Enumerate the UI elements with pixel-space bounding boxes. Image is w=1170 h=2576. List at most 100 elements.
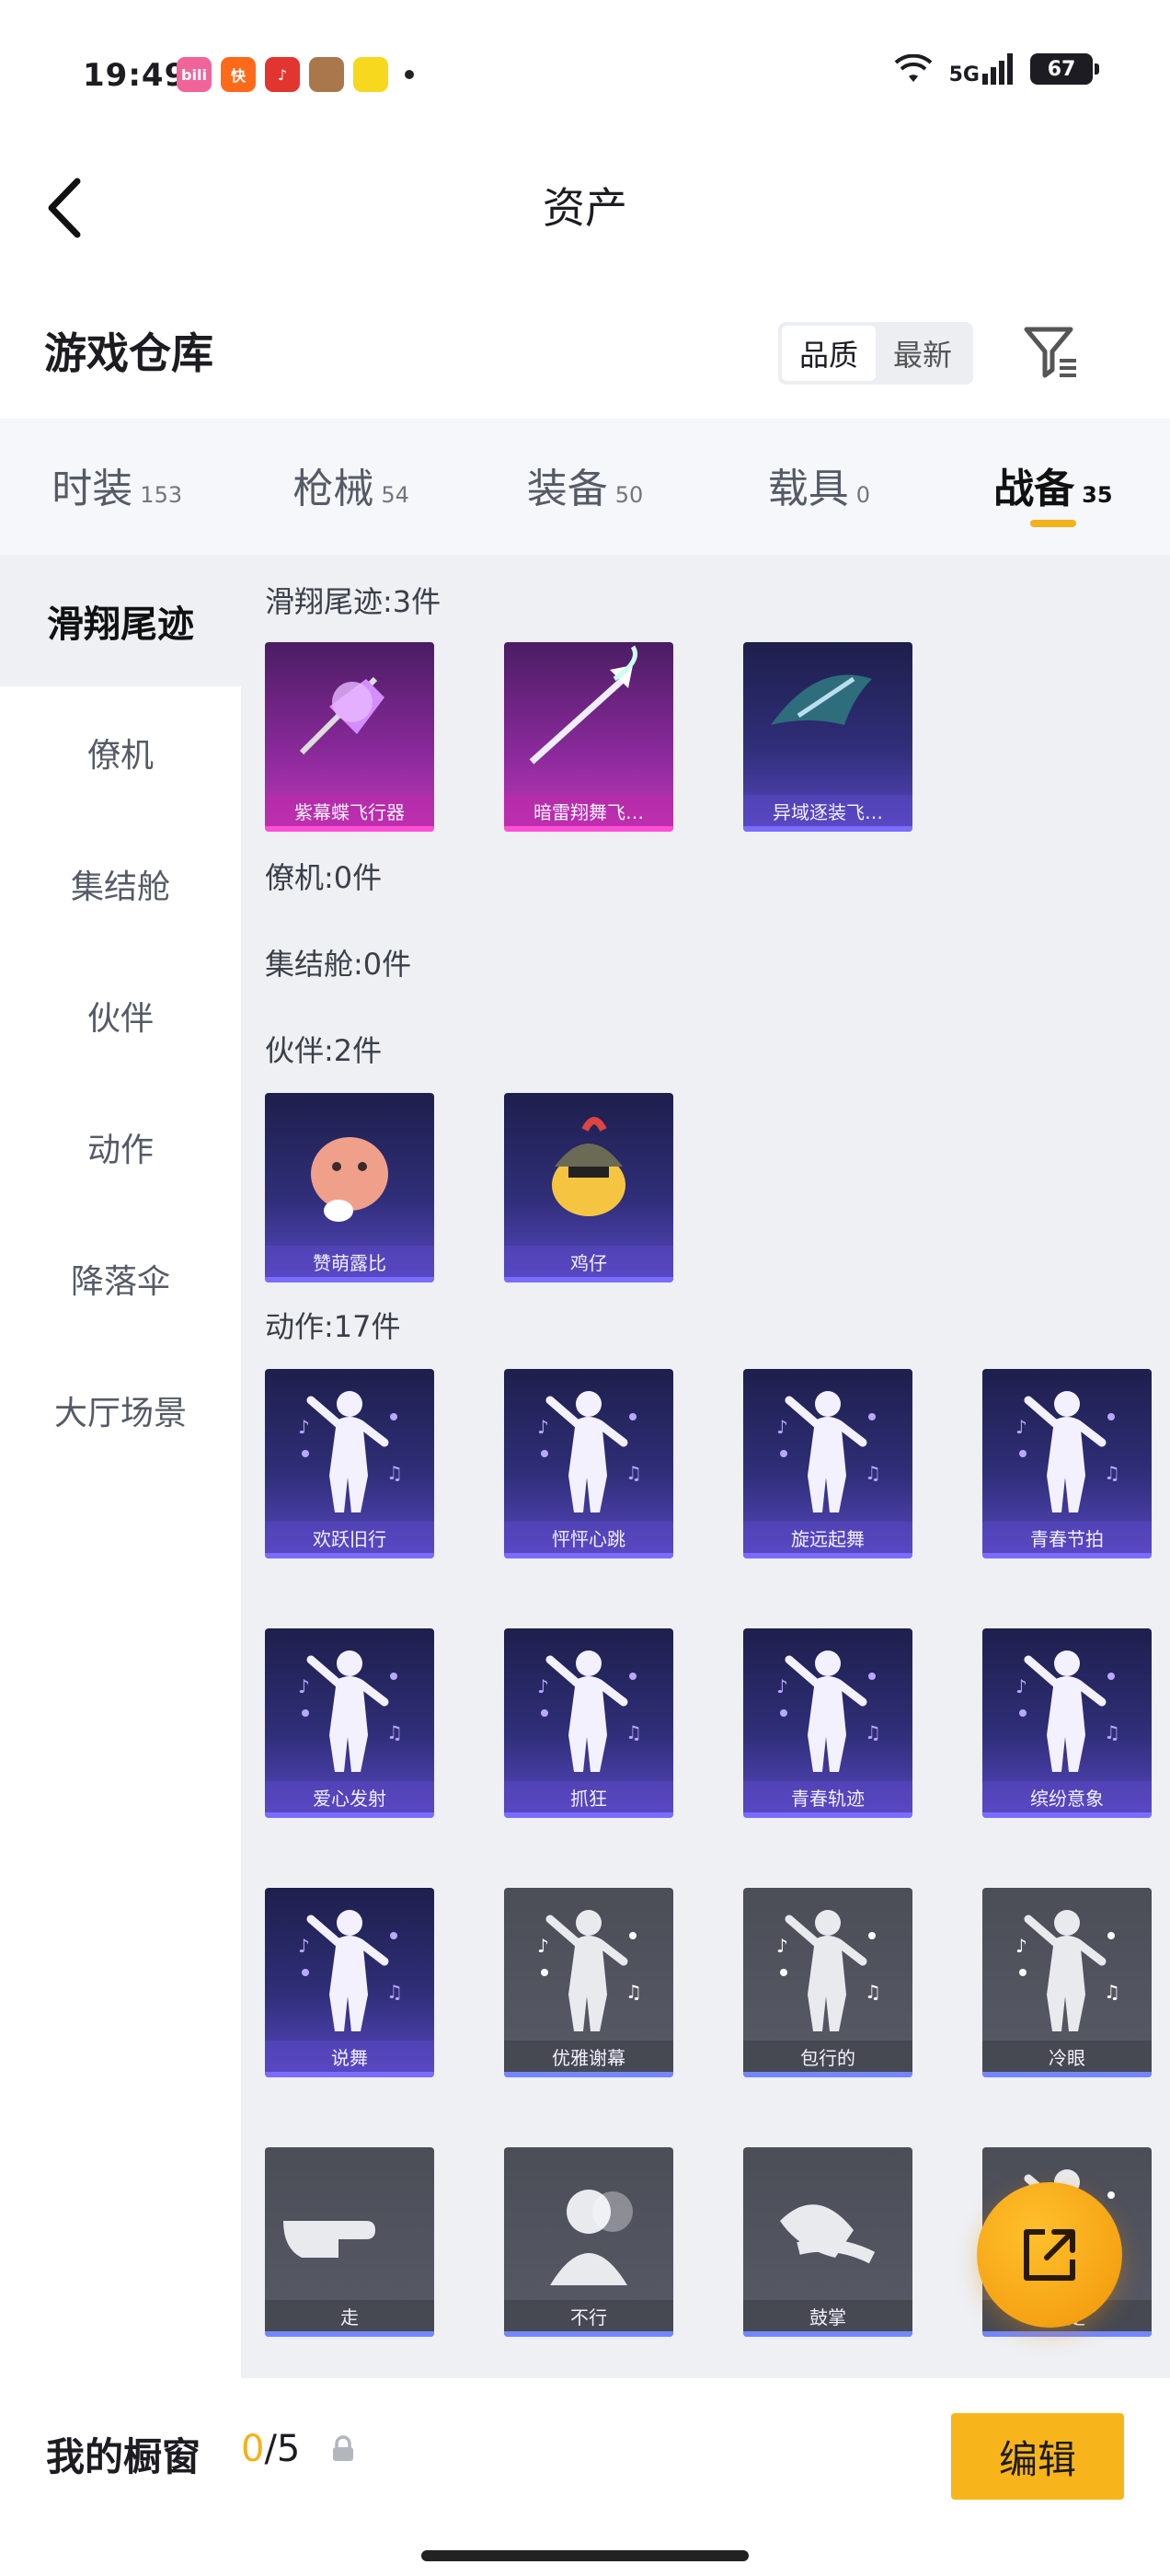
filter-button[interactable] (1021, 322, 1082, 383)
meituan-icon (353, 57, 388, 92)
showcase-label: 我的橱窗 (46, 2434, 201, 2479)
group-label-partners: 伙伴:2件 (265, 1033, 383, 1068)
home-indicator (421, 2550, 749, 2561)
item-card[interactable]: ♪ ♫ 欢跃旧行 (265, 1369, 434, 1558)
item-card[interactable]: ♪ ♫ 冷眼 (982, 1888, 1152, 2077)
item-card[interactable]: ♪ ♫ 青春轨迹 (743, 1628, 912, 1818)
svg-text:♫: ♫ (625, 1981, 642, 2003)
quality-stripe (265, 1277, 434, 1282)
tab-label: 枪械 (292, 466, 374, 512)
item-card[interactable]: 异域逐装飞… (743, 642, 912, 832)
item-name: 走 (265, 2300, 434, 2331)
quality-stripe (504, 1812, 673, 1818)
dance-wave-icon: ♪ ♫ (743, 1369, 912, 1522)
item-name: 青春节拍 (982, 1522, 1152, 1553)
sidebar-item-glide-trails[interactable]: 滑翔尾迹 (0, 555, 241, 686)
item-card[interactable]: ♪ ♫ 包行的 (743, 1888, 912, 2077)
svg-text:♪: ♪ (537, 1935, 549, 1957)
item-name: 暗雷翔舞飞… (504, 795, 673, 826)
tab-label: 时装 (52, 466, 133, 512)
quality-stripe (743, 826, 912, 832)
sort-quality-option[interactable]: 品质 (782, 326, 876, 381)
sidebar-item-lobby-scene[interactable]: 大厅场景 (0, 1344, 241, 1476)
frustrated-icon: ♪ ♫ (504, 1628, 673, 1781)
item-grid: 滑翔尾迹:3件 紫幕蝶飞行器 暗雷翔舞飞… 异域逐装飞… 僚机:0件 集结舱:0件 … (241, 555, 1170, 2378)
item-card[interactable]: 赞萌露比 (265, 1093, 434, 1282)
item-card[interactable]: 暗雷翔舞飞… (504, 642, 673, 832)
tab-label: 装备 (526, 466, 608, 512)
asset-page: 19:49 bili 快 ♪ 5G 67 资产 游戏仓库 品质 最新 时装 15… (0, 0, 1170, 2576)
dance-stretch-icon: ♪ ♫ (743, 1628, 912, 1781)
item-name: 优雅谢幕 (504, 2041, 673, 2072)
kuaishou-icon: 快 (221, 57, 256, 92)
sidebar-item-partners[interactable]: 伙伴 (0, 949, 241, 1081)
tab-count: 35 (1082, 482, 1113, 508)
item-card[interactable]: 走 (265, 2147, 434, 2337)
sidebar-item-emotes[interactable]: 动作 (0, 1081, 241, 1213)
section-header: 游戏仓库 品质 最新 (0, 276, 1170, 419)
item-card[interactable]: 不行 (504, 2147, 673, 2337)
item-card[interactable]: 紫幕蝶飞行器 (265, 642, 434, 832)
tab-equipment[interactable]: 装备 50 (468, 419, 702, 555)
quality-stripe (982, 1812, 1152, 1818)
item-card[interactable]: ♪ ♫ 说舞 (265, 1888, 434, 2077)
sidebar-item-wingman[interactable]: 僚机 (0, 686, 241, 818)
tab-vehicles[interactable]: 载具 0 (702, 419, 935, 555)
item-card[interactable]: ♪ ♫ 旋远起舞 (743, 1369, 912, 1558)
capybara-icon (265, 1093, 434, 1246)
more-notifications-dot (405, 70, 414, 79)
item-card[interactable]: ♪ ♫ 青春节拍 (982, 1369, 1152, 1558)
status-bar: 19:49 bili 快 ♪ 5G 67 (0, 0, 1170, 138)
tab-fashion[interactable]: 时装 153 (0, 419, 234, 555)
lock-icon (333, 2435, 353, 2461)
edit-button[interactable]: 编辑 (951, 2413, 1124, 2500)
point-hand-icon (265, 2147, 434, 2300)
showcase-bar: 我的橱窗 0/5 编辑 (0, 2378, 1170, 2576)
winged-glider-icon (743, 642, 912, 795)
item-card[interactable]: ♪ ♫ 抓狂 (504, 1628, 673, 1818)
quality-stripe (265, 826, 434, 832)
item-card[interactable]: ♪ ♫ 优雅谢幕 (504, 1888, 673, 2077)
quality-stripe (982, 1553, 1152, 1558)
quality-stripe (504, 1553, 673, 1558)
svg-text:♪: ♪ (776, 1675, 788, 1697)
tab-guns[interactable]: 枪械 54 (234, 419, 467, 555)
item-card[interactable]: ♪ ♫ 爱心发射 (265, 1628, 434, 1818)
quality-stripe (265, 1553, 434, 1558)
svg-text:♪: ♪ (537, 1675, 549, 1697)
tab-combat-gear[interactable]: 战备 35 (936, 419, 1170, 555)
svg-text:♫: ♫ (386, 1981, 403, 2003)
tab-count: 54 (381, 482, 409, 508)
showcase-count-total: /5 (264, 2428, 301, 2470)
sparkle-pose-icon: ♪ ♫ (982, 1628, 1152, 1781)
sort-newest-option[interactable]: 最新 (876, 326, 969, 381)
item-card[interactable]: 鸡仔 (504, 1093, 673, 1282)
quality-stripe (504, 1277, 673, 1282)
item-name: 怦怦心跳 (504, 1522, 673, 1553)
status-right: 5G 67 (894, 53, 1099, 86)
svg-text:♫: ♫ (1104, 1462, 1120, 1484)
quality-stripe (982, 2331, 1152, 2337)
share-button[interactable] (977, 2182, 1122, 2328)
item-name: 赞萌露比 (265, 1246, 434, 1277)
dance-pose-icon: ♪ ♫ (982, 1369, 1152, 1522)
quality-stripe (743, 2331, 912, 2337)
arms-crossed-icon: ♪ ♫ (982, 1888, 1152, 2041)
svg-text:♫: ♫ (865, 1981, 881, 2003)
item-name: 包行的 (743, 2041, 912, 2072)
item-name: 异域逐装飞… (743, 795, 912, 826)
group-label-wingman: 僚机:0件 (265, 860, 383, 895)
battery-level: 67 (1047, 57, 1076, 81)
item-card[interactable]: ♪ ♫ 缤纷意象 (982, 1628, 1152, 1818)
sidebar-item-parachute[interactable]: 降落伞 (0, 1213, 241, 1344)
item-card[interactable]: 鼓掌 (743, 2147, 912, 2337)
svg-text:♫: ♫ (1104, 1981, 1120, 2003)
battery-icon: 67 (1030, 53, 1099, 85)
item-card[interactable]: ♪ ♫ 怦怦心跳 (504, 1369, 673, 1558)
game-avatar-icon (309, 57, 344, 92)
svg-text:♪: ♪ (298, 1675, 310, 1697)
music-icon: ♪ (265, 57, 300, 92)
sidebar-item-capsule[interactable]: 集结舱 (0, 818, 241, 949)
section-title: 游戏仓库 (44, 328, 213, 378)
item-name: 不行 (504, 2300, 673, 2331)
